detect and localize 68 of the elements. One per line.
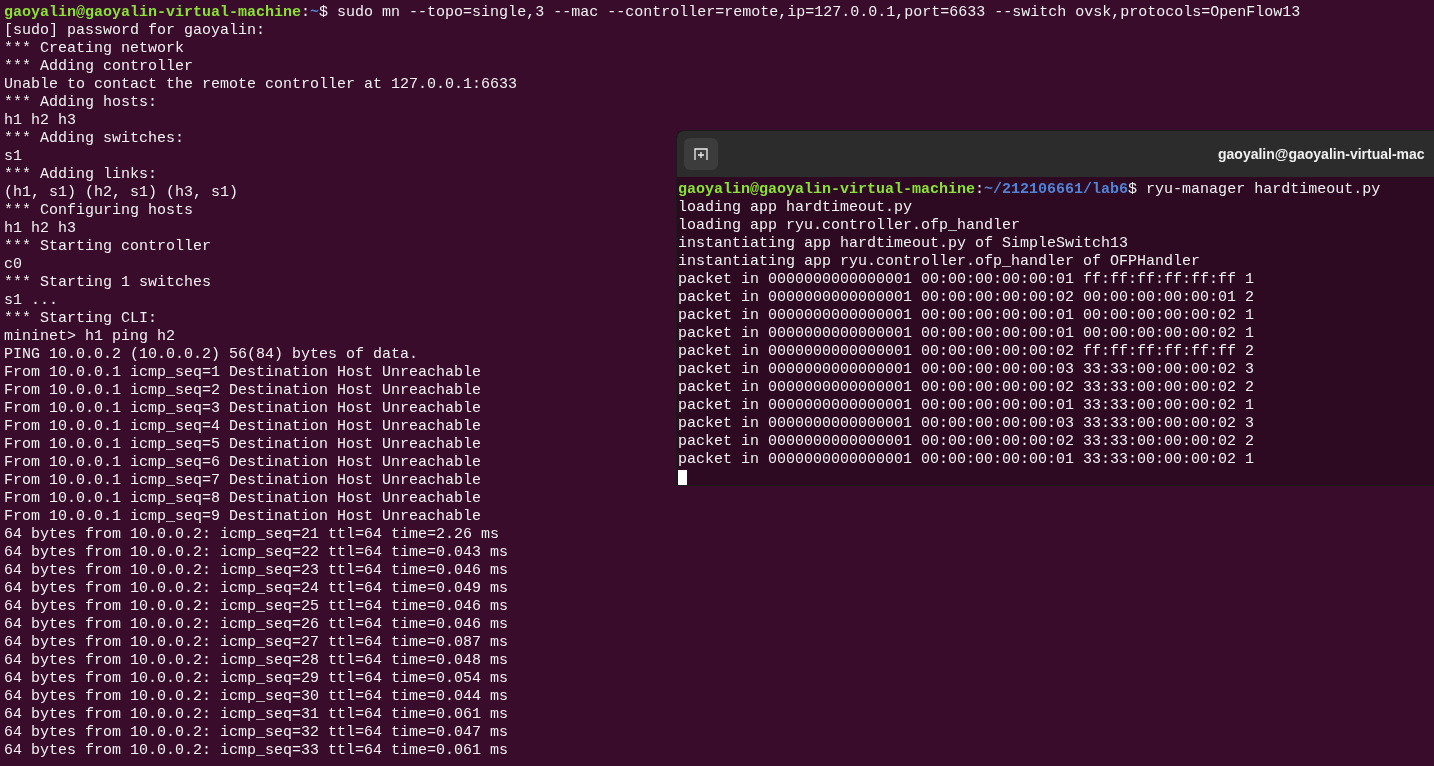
- output-line: From 10.0.0.1 icmp_seq=2 Destination Host Unreachable: [4, 382, 482, 400]
- output-line: 64 bytes from 10.0.0.2: icmp_seq=26 ttl=64 time=0.046 ms: [4, 616, 509, 634]
- output-line: loading app ryu.controller.ofp_handler: [678, 217, 1021, 235]
- prompt-separator: :: [301, 4, 311, 22]
- output-line: From 10.0.0.1 icmp_seq=7 Destination Host Unreachable: [4, 472, 482, 490]
- output-line: 64 bytes from 10.0.0.2: icmp_seq=30 ttl=64 time=0.044 ms: [4, 688, 509, 706]
- output-line: packet in 0000000000000001 00:00:00:00:00:01 33:33:00:00:00:02 1: [678, 451, 1255, 469]
- output-line: 64 bytes from 10.0.0.2: icmp_seq=33 ttl=64 time=0.061 ms: [4, 742, 509, 760]
- new-tab-icon: [694, 147, 708, 161]
- output-line: 64 bytes from 10.0.0.2: icmp_seq=24 ttl=64 time=0.049 ms: [4, 580, 509, 598]
- output-line: 64 bytes from 10.0.0.2: icmp_seq=21 ttl=64 time=2.26 ms: [4, 526, 500, 544]
- new-tab-button[interactable]: [684, 138, 718, 170]
- output-line: instantiating app ryu.controller.ofp_handler of OFPHandler: [678, 253, 1201, 271]
- output-line: mininet> h1 ping h2: [4, 328, 176, 346]
- output-line: *** Starting 1 switches: [4, 274, 212, 292]
- output-line: 64 bytes from 10.0.0.2: icmp_seq=23 ttl=64 time=0.046 ms: [4, 562, 509, 580]
- window-title: gaoyalin@gaoyalin-virtual-mac: [1218, 144, 1425, 164]
- output-line: packet in 0000000000000001 00:00:00:00:00:03 33:33:00:00:00:02 3: [678, 415, 1255, 433]
- output-line: packet in 0000000000000001 00:00:00:00:00:02 00:00:00:00:00:01 2: [678, 289, 1255, 307]
- output-line: packet in 0000000000000001 00:00:00:00:00:01 ff:ff:ff:ff:ff:ff 1: [678, 271, 1255, 289]
- output-line: 64 bytes from 10.0.0.2: icmp_seq=25 ttl=64 time=0.046 ms: [4, 598, 509, 616]
- output-line: From 10.0.0.1 icmp_seq=9 Destination Host Unreachable: [4, 508, 482, 526]
- output-line: 64 bytes from 10.0.0.2: icmp_seq=29 ttl=64 time=0.054 ms: [4, 670, 509, 688]
- output-line: packet in 0000000000000001 00:00:00:00:00:03 33:33:00:00:00:02 3: [678, 361, 1255, 379]
- output-line: *** Starting CLI:: [4, 310, 158, 328]
- output-line: packet in 0000000000000001 00:00:00:00:00:01 00:00:00:00:00:02 1: [678, 325, 1255, 343]
- output-line: 64 bytes from 10.0.0.2: icmp_seq=22 ttl=64 time=0.043 ms: [4, 544, 509, 562]
- output-line: packet in 0000000000000001 00:00:00:00:00:02 33:33:00:00:00:02 2: [678, 379, 1255, 397]
- prompt-path: ~: [310, 4, 320, 22]
- output-line: *** Adding controller: [4, 58, 194, 76]
- output-line: 64 bytes from 10.0.0.2: icmp_seq=32 ttl=64 time=0.047 ms: [4, 724, 509, 742]
- output-line: PING 10.0.0.2 (10.0.0.2) 56(84) bytes of data.: [4, 346, 419, 364]
- text-cursor: [678, 470, 687, 485]
- prompt-user: gaoyalin@gaoyalin-virtual-machine: [4, 4, 302, 22]
- output-line: packet in 0000000000000001 00:00:00:00:00:01 33:33:00:00:00:02 1: [678, 397, 1255, 415]
- output-line: *** Adding hosts:: [4, 94, 158, 112]
- output-line: From 10.0.0.1 icmp_seq=4 Destination Host Unreachable: [4, 418, 482, 436]
- output-line: From 10.0.0.1 icmp_seq=3 Destination Host Unreachable: [4, 400, 482, 418]
- command-text: $ ryu-manager hardtimeout.py: [1128, 181, 1381, 199]
- prompt-separator: :: [975, 181, 985, 199]
- output-line: From 10.0.0.1 icmp_seq=8 Destination Host Unreachable: [4, 490, 482, 508]
- output-line: packet in 0000000000000001 00:00:00:00:00:01 00:00:00:00:00:02 1: [678, 307, 1255, 325]
- output-line: 64 bytes from 10.0.0.2: icmp_seq=28 ttl=64 time=0.048 ms: [4, 652, 509, 670]
- output-line: instantiating app hardtimeout.py of SimpleSwitch13: [678, 235, 1129, 253]
- output-line: h1 h2 h3: [4, 220, 76, 238]
- output-line: packet in 0000000000000001 00:00:00:00:00:02 33:33:00:00:00:02 2: [678, 433, 1255, 451]
- output-line: h1 h2 h3: [4, 112, 76, 130]
- output-line: loading app hardtimeout.py: [678, 199, 913, 217]
- output-line: Unable to contact the remote controller at 127.0.0.1:6633: [4, 76, 518, 94]
- output-line: [sudo] password for gaoyalin:: [4, 22, 266, 40]
- output-line: s1 ...: [4, 292, 58, 310]
- output-line: c0: [4, 256, 22, 274]
- output-line: packet in 0000000000000001 00:00:00:00:00:02 ff:ff:ff:ff:ff:ff 2: [678, 343, 1255, 361]
- output-line: s1: [4, 148, 22, 166]
- output-line: From 10.0.0.1 icmp_seq=1 Destination Host Unreachable: [4, 364, 482, 382]
- output-line: *** Creating network: [4, 40, 185, 58]
- prompt-user: gaoyalin@gaoyalin-virtual-machine: [678, 181, 976, 199]
- output-line: *** Configuring hosts: [4, 202, 194, 220]
- output-line: (h1, s1) (h2, s1) (h3, s1): [4, 184, 239, 202]
- output-line: From 10.0.0.1 icmp_seq=5 Destination Host Unreachable: [4, 436, 482, 454]
- output-line: 64 bytes from 10.0.0.2: icmp_seq=31 ttl=64 time=0.061 ms: [4, 706, 509, 724]
- command-text: $ sudo mn --topo=single,3 --mac --controller=remote,ip=127.0.0.1,port=6633 --switch ovsk,protocols=OpenFlow13: [319, 4, 1301, 22]
- output-line: *** Starting controller: [4, 238, 212, 256]
- prompt-path: ~/212106661/lab6: [984, 181, 1129, 199]
- output-line: 64 bytes from 10.0.0.2: icmp_seq=27 ttl=64 time=0.087 ms: [4, 634, 509, 652]
- output-line: *** Adding switches:: [4, 130, 185, 148]
- output-line: *** Adding links:: [4, 166, 158, 184]
- output-line: From 10.0.0.1 icmp_seq=6 Destination Host Unreachable: [4, 454, 482, 472]
